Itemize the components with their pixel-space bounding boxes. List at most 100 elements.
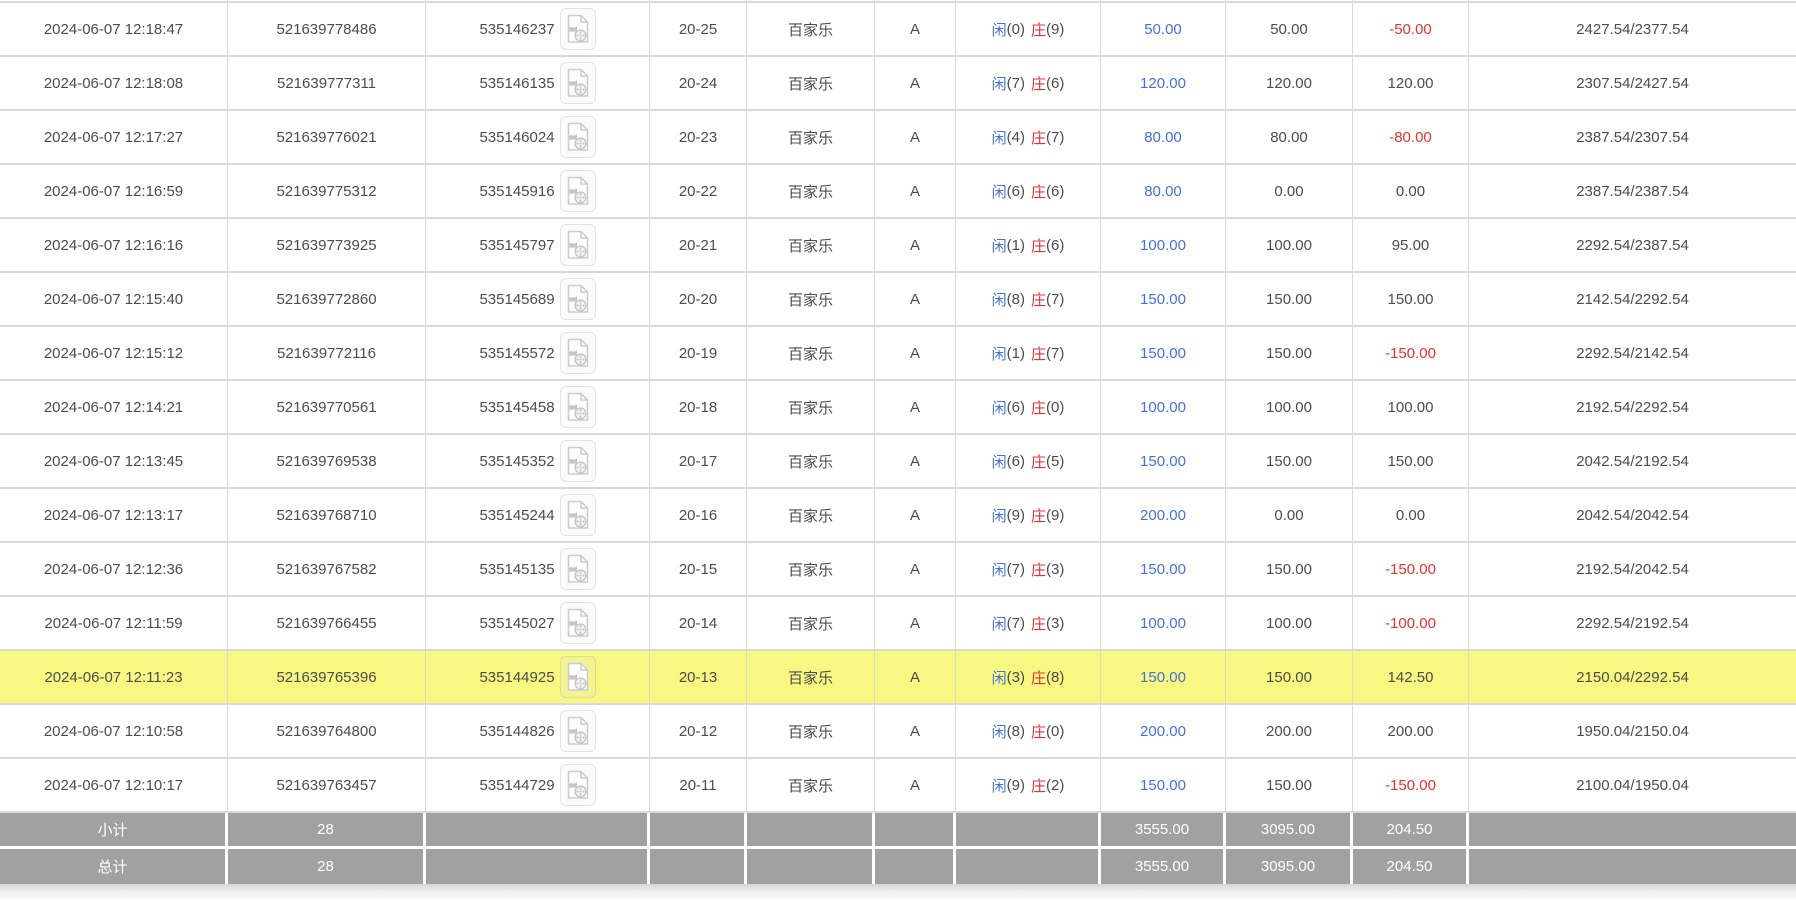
bet-time: 2024-06-07 12:12:36 xyxy=(0,543,228,595)
game-round-id-cell: 535146237 xyxy=(426,3,650,55)
game-result: 闲(4) 庄(7) xyxy=(956,111,1101,163)
balance: 2292.54/2142.54 xyxy=(1469,327,1796,379)
game-round-id-cell: 535145135 xyxy=(426,543,650,595)
table-code: A xyxy=(875,597,956,649)
player-score: (9) xyxy=(1007,777,1025,794)
player-score: (7) xyxy=(1007,561,1025,578)
video-replay-button[interactable] xyxy=(560,710,596,752)
bet-time: 2024-06-07 12:15:12 xyxy=(0,327,228,379)
table-code: A xyxy=(875,57,956,109)
banker-label: 庄 xyxy=(1031,505,1046,526)
table-code: A xyxy=(875,165,956,217)
bet-time: 2024-06-07 12:18:47 xyxy=(0,3,228,55)
table-row[interactable]: 2024-06-07 12:18:47 521639778486 5351462… xyxy=(0,3,1796,57)
video-replay-button[interactable] xyxy=(560,278,596,320)
player-label: 闲 xyxy=(992,181,1007,202)
page-background-strip xyxy=(0,884,1796,900)
video-replay-button[interactable] xyxy=(560,8,596,50)
table-row[interactable]: 2024-06-07 12:13:17 521639768710 5351452… xyxy=(0,489,1796,543)
table-row[interactable]: 2024-06-07 12:11:23 521639765396 5351449… xyxy=(0,651,1796,705)
balance: 2387.54/2387.54 xyxy=(1469,165,1796,217)
table-row[interactable]: 2024-06-07 12:10:58 521639764800 5351448… xyxy=(0,705,1796,759)
game-result: 闲(0) 庄(9) xyxy=(956,3,1101,55)
game-result: 闲(9) 庄(9) xyxy=(956,489,1101,541)
bet-amount: 80.00 xyxy=(1101,165,1226,217)
bet-id: 521639772860 xyxy=(228,273,426,325)
video-replay-icon xyxy=(566,230,590,260)
banker-score: (9) xyxy=(1046,507,1064,524)
balance: 2142.54/2292.54 xyxy=(1469,273,1796,325)
balance: 2292.54/2192.54 xyxy=(1469,597,1796,649)
video-replay-button[interactable] xyxy=(560,224,596,266)
game-name: 百家乐 xyxy=(747,327,875,379)
banker-score: (3) xyxy=(1046,615,1064,632)
subtotal-winloss: 204.50 xyxy=(1353,813,1469,846)
game-round-id: 535144925 xyxy=(479,669,554,686)
round-number: 20-22 xyxy=(650,165,747,217)
subtotal-label: 小计 xyxy=(0,813,228,846)
bet-time: 2024-06-07 12:18:08 xyxy=(0,57,228,109)
table-row[interactable]: 2024-06-07 12:13:45 521639769538 5351453… xyxy=(0,435,1796,489)
video-replay-button[interactable] xyxy=(560,602,596,644)
table-row[interactable]: 2024-06-07 12:16:59 521639775312 5351459… xyxy=(0,165,1796,219)
game-round-id-cell: 535145797 xyxy=(426,219,650,271)
bet-amount: 150.00 xyxy=(1101,543,1226,595)
video-replay-button[interactable] xyxy=(560,494,596,536)
subtotal-count: 28 xyxy=(228,813,426,846)
player-score: (8) xyxy=(1007,723,1025,740)
video-replay-icon xyxy=(566,176,590,206)
table-row[interactable]: 2024-06-07 12:17:27 521639776021 5351460… xyxy=(0,111,1796,165)
bet-amount: 150.00 xyxy=(1101,273,1226,325)
video-replay-button[interactable] xyxy=(560,548,596,590)
video-replay-button[interactable] xyxy=(560,332,596,374)
round-number: 20-24 xyxy=(650,57,747,109)
player-score: (4) xyxy=(1007,129,1025,146)
bet-id: 521639778486 xyxy=(228,3,426,55)
video-replay-icon xyxy=(566,68,590,98)
video-replay-icon xyxy=(566,392,590,422)
table-row[interactable]: 2024-06-07 12:11:59 521639766455 5351450… xyxy=(0,597,1796,651)
player-score: (7) xyxy=(1007,615,1025,632)
video-replay-button[interactable] xyxy=(560,386,596,428)
video-replay-button[interactable] xyxy=(560,62,596,104)
game-name: 百家乐 xyxy=(747,111,875,163)
game-round-id-cell: 535144826 xyxy=(426,705,650,757)
game-round-id-cell: 535146135 xyxy=(426,57,650,109)
banker-score: (7) xyxy=(1046,129,1064,146)
valid-bet: 150.00 xyxy=(1226,435,1353,487)
table-row[interactable]: 2024-06-07 12:12:36 521639767582 5351451… xyxy=(0,543,1796,597)
bet-time: 2024-06-07 12:17:27 xyxy=(0,111,228,163)
video-replay-button[interactable] xyxy=(560,656,596,698)
table-row[interactable]: 2024-06-07 12:15:12 521639772116 5351455… xyxy=(0,327,1796,381)
table-code: A xyxy=(875,327,956,379)
player-label: 闲 xyxy=(992,235,1007,256)
video-replay-button[interactable] xyxy=(560,116,596,158)
game-name: 百家乐 xyxy=(747,597,875,649)
game-result: 闲(7) 庄(3) xyxy=(956,597,1101,649)
bet-time: 2024-06-07 12:13:17 xyxy=(0,489,228,541)
table-row[interactable]: 2024-06-07 12:10:17 521639763457 5351447… xyxy=(0,759,1796,813)
video-replay-icon xyxy=(566,122,590,152)
table-row[interactable]: 2024-06-07 12:15:40 521639772860 5351456… xyxy=(0,273,1796,327)
game-name: 百家乐 xyxy=(747,273,875,325)
player-label: 闲 xyxy=(992,127,1007,148)
video-replay-button[interactable] xyxy=(560,764,596,806)
bet-history-table: 2024-06-07 12:18:47 521639778486 5351462… xyxy=(0,0,1796,902)
player-score: (9) xyxy=(1007,507,1025,524)
valid-bet: 200.00 xyxy=(1226,705,1353,757)
bet-amount: 50.00 xyxy=(1101,3,1226,55)
banker-label: 庄 xyxy=(1031,613,1046,634)
game-result: 闲(6) 庄(6) xyxy=(956,165,1101,217)
table-row[interactable]: 2024-06-07 12:16:16 521639773925 5351457… xyxy=(0,219,1796,273)
game-round-id: 535145135 xyxy=(479,561,554,578)
table-row[interactable]: 2024-06-07 12:18:08 521639777311 5351461… xyxy=(0,57,1796,111)
total-winloss: 204.50 xyxy=(1353,849,1469,884)
banker-label: 庄 xyxy=(1031,667,1046,688)
video-replay-button[interactable] xyxy=(560,170,596,212)
video-replay-button[interactable] xyxy=(560,440,596,482)
banker-score: (7) xyxy=(1046,291,1064,308)
table-row[interactable]: 2024-06-07 12:14:21 521639770561 5351454… xyxy=(0,381,1796,435)
round-number: 20-17 xyxy=(650,435,747,487)
game-name: 百家乐 xyxy=(747,759,875,811)
video-replay-icon xyxy=(566,446,590,476)
